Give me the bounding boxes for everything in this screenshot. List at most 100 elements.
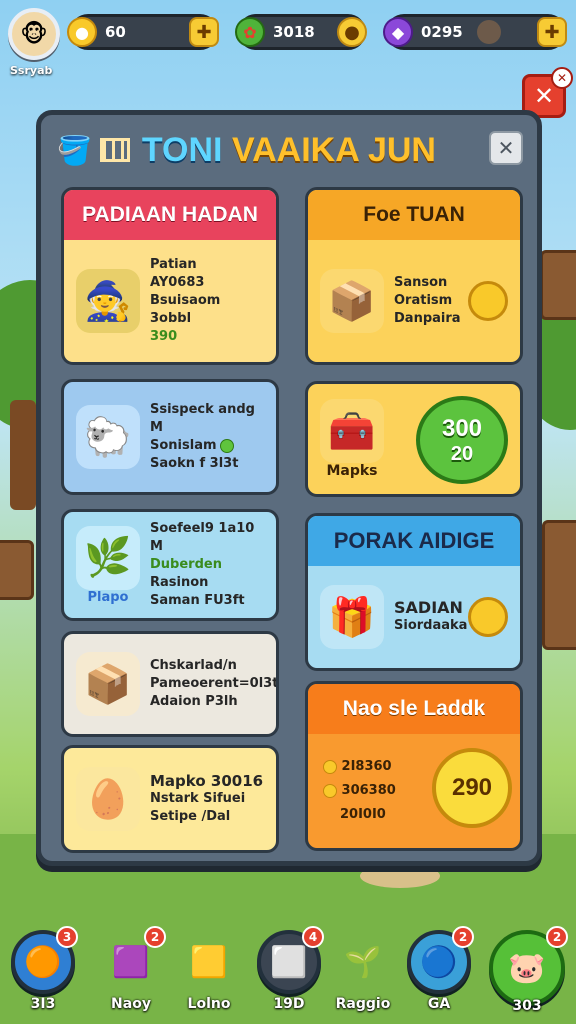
card-left-2[interactable]: 🐑 Ssispeck andg M Sonislam Saokn f 3l3t — [61, 379, 279, 495]
nav-badge: 4 — [302, 926, 324, 948]
card-line: Chskarlad/n — [150, 658, 237, 673]
card-line: Saman FU3ft — [150, 593, 245, 608]
top-bar: 🐵 Ssryab ● 60 ✚ ✿ 3018 ● ◆ 0295 ✚ — [0, 6, 576, 77]
panel-title-part2: VAAIKA JUN — [231, 130, 436, 169]
nav-button-6[interactable]: 🔵 2 GA — [406, 926, 474, 1016]
card-header: PORAK AIDIGE — [308, 516, 520, 566]
gold-chest-icon: 🟨 — [190, 944, 228, 980]
gold-coin-icon — [468, 281, 508, 321]
card-body: 🐑 Ssispeck andg M Sonislam Saokn f 3l3t — [64, 382, 276, 492]
settings-gear-icon[interactable] — [476, 20, 501, 44]
card-line-text: 306380 — [341, 783, 396, 798]
nav-button-7[interactable]: 🐷 2 303 — [488, 926, 568, 1016]
house-right — [542, 520, 576, 650]
gold-counter: ● 60 ✚ — [67, 14, 219, 50]
card-line: Mapko 30016 — [150, 772, 264, 790]
flower-icon: ✿ — [235, 17, 265, 47]
gift-icon: 🎁 — [320, 585, 384, 649]
card-body: 🥚 Mapko 30016 Nstark Sifuei Setipe /Dal — [64, 748, 276, 850]
buy-button-green[interactable]: 300 20 — [416, 396, 508, 484]
nav-badge: 2 — [546, 926, 568, 948]
gold-coin-icon — [323, 759, 337, 774]
add-gold-button[interactable]: ✚ — [189, 17, 219, 47]
card-header: Foe TUAN — [308, 190, 520, 240]
crate-icon: 📦 — [76, 652, 140, 716]
sheep-icon: 🐑 — [76, 405, 140, 469]
nav-button-1[interactable]: 🟠 3 3I3 — [10, 926, 78, 1016]
card-right-4[interactable]: Nao sle Laddk 2I8360 306380 20I0I0 290 — [305, 681, 523, 851]
card-left-1[interactable]: PADIAAN HADAN 🧙 Patian AY0683 Bsuisaom 3… — [61, 187, 279, 365]
panel-title: TONI VAAIKA JUN — [142, 131, 436, 170]
main-panel: 🪣 TONI VAAIKA JUN ✕ PADIAAN HADAN 🧙 Pati… — [36, 110, 542, 866]
player-name: Ssryab — [10, 64, 53, 77]
gold-coin-icon — [323, 783, 337, 798]
nav-button-5[interactable]: 🌱 Raggio — [330, 930, 396, 1016]
card-body: 📦 Chskarlad/n Pameoerent=0l3t Adaion P3l… — [64, 634, 276, 734]
card-lines: Soefeel9 1a10 M Duberden Rasinon Saman F… — [150, 520, 264, 610]
nav-label: 303 — [512, 998, 542, 1014]
card-line: Bsuisaom 3obbl — [150, 293, 221, 326]
card-thumb-group: 🧰 Mapks — [320, 399, 384, 479]
card-lines: Sanson Oratism Danpaira — [394, 274, 461, 328]
gem-counter: ◆ 0295 ✚ — [383, 14, 567, 50]
panel-close-button[interactable]: ✕ — [489, 131, 523, 165]
add-gem-button[interactable]: ✚ — [537, 17, 567, 47]
nav-label: Naoy — [111, 996, 151, 1012]
close-badge-icon: ✕ — [551, 67, 573, 89]
card-lines: 2I8360 306380 20I0I0 — [320, 758, 396, 824]
card-right-1[interactable]: Foe TUAN 📦 Sanson Oratism Danpaira — [305, 187, 523, 365]
card-line-text: Sonislam — [150, 438, 217, 453]
character-icon: 🧙 — [76, 269, 140, 333]
barrel-icon: 🪣 — [57, 133, 92, 167]
buy-button-gold[interactable]: 290 — [432, 748, 512, 828]
nav-button-3[interactable]: 🟨 Lolno — [176, 930, 242, 1016]
card-line: 306380 — [320, 782, 396, 800]
card-lines: Mapko 30016 Nstark Sifuei Setipe /Dal — [150, 772, 263, 826]
card-tag: Plapo — [87, 589, 129, 605]
button-value-bottom: 20 — [450, 442, 474, 465]
grid-icon — [99, 138, 130, 162]
flower-value: 3018 — [273, 23, 315, 41]
card-line: Sanson — [394, 275, 448, 290]
card-line: SADIAN — [394, 598, 463, 617]
nav-label: 19D — [273, 996, 305, 1012]
card-line: Pameoerent=0l3t — [150, 676, 279, 691]
nav-button-2[interactable]: 🟪 2 Naoy — [98, 926, 166, 1016]
card-body: 🧙 Patian AY0683 Bsuisaom 3obbl 390 — [64, 240, 276, 362]
button-value-top: 300 — [441, 414, 483, 442]
nav-label: 3I3 — [30, 996, 56, 1012]
bush-icon: 🌿 — [76, 525, 140, 590]
card-line: 2I8360 — [320, 758, 396, 776]
card-label: Mapks — [326, 463, 378, 479]
flower-counter: ✿ 3018 ● — [235, 14, 367, 50]
panel-title-part1: TONI — [141, 130, 223, 169]
card-lines: SADIAN Siordaaka — [394, 599, 467, 635]
house-left — [0, 540, 34, 600]
card-line: Saokn f 3l3t — [150, 456, 239, 471]
card-right-3[interactable]: PORAK AIDIGE 🎁 SADIAN Siordaaka — [305, 513, 523, 671]
card-line: Siordaaka — [394, 618, 468, 633]
card-line: AY0683 — [150, 275, 205, 290]
card-header: PADIAAN HADAN — [64, 190, 276, 240]
card-line: Duberden — [150, 557, 222, 572]
dirt-patch — [360, 864, 440, 888]
gold-coin-icon: ● — [67, 17, 97, 47]
card-left-4[interactable]: 📦 Chskarlad/n Pameoerent=0l3t Adaion P3l… — [61, 631, 279, 737]
bottom-nav: 🟠 3 3I3 🟪 2 Naoy 🟨 Lolno ⬜ 4 19D 🌱 Raggi… — [0, 914, 576, 1024]
card-left-3[interactable]: 🌿 Plapo Soefeel9 1a10 M Duberden Rasinon… — [61, 509, 279, 621]
card-line: Sonislam — [150, 437, 264, 455]
panel-header: 🪣 TONI VAAIKA JUN ✕ — [41, 115, 537, 185]
close-icon: ✕ — [497, 136, 515, 160]
card-right-2[interactable]: 🧰 Mapks 300 20 — [305, 381, 523, 497]
nav-label: Raggio — [335, 996, 391, 1012]
card-line: Soefeel9 1a10 M — [150, 521, 255, 554]
gem-value: 0295 — [421, 23, 463, 41]
card-left-5[interactable]: 🥚 Mapko 30016 Nstark Sifuei Setipe /Dal — [61, 745, 279, 853]
green-gem-icon — [219, 438, 234, 453]
player-avatar[interactable]: 🐵 — [8, 8, 60, 60]
add-flower-button[interactable]: ● — [337, 17, 367, 47]
card-line: Danpaira — [394, 311, 461, 326]
nav-label: GA — [427, 996, 451, 1012]
nav-button-4[interactable]: ⬜ 4 19D — [256, 926, 324, 1016]
card-lines: Chskarlad/n Pameoerent=0l3t Adaion P3lh — [150, 657, 279, 711]
